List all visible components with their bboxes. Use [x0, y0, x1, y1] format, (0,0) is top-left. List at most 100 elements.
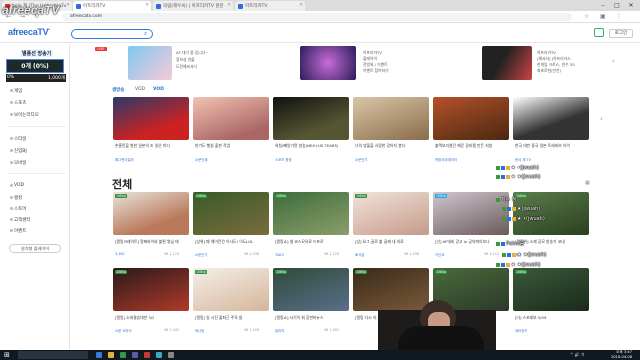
video-thumbnail[interactable]: 1080p — [193, 192, 269, 235]
video-thumbnail[interactable]: 1080p — [273, 268, 349, 311]
sidebar-item-radio[interactable]: 보이는라디오 — [14, 112, 39, 118]
video-title[interactable]: 외칭(빼앗기면 방송(NEX+US TEARS) — [275, 143, 353, 149]
sidebar-item-ranking[interactable]: 랭킹 — [14, 195, 22, 201]
banner-image-3[interactable] — [482, 46, 532, 80]
login-button[interactable]: 로그인 — [609, 29, 633, 38]
video-thumbnail[interactable]: 1080p — [353, 192, 429, 235]
video-thumbnail[interactable] — [193, 97, 269, 140]
video-title[interactable]: [상위] 패 해이킨칸 이사도! 이도LOL — [195, 239, 273, 245]
browser-tab-4[interactable]: 아프리카TV ✕ — [235, 1, 305, 11]
video-author[interactable]: 회식집 — [355, 252, 364, 257]
search-input[interactable] — [71, 29, 153, 39]
afreeca-logo[interactable]: afreecaTV▪ — [8, 27, 50, 37]
video-thumbnail[interactable]: 1080p — [273, 192, 349, 235]
video-title[interactable]: 손흥민을 향한 일본의 조 일은 미디 — [115, 143, 193, 149]
video-author[interactable]: 왜그런이킬라 — [115, 157, 134, 162]
video-title[interactable]: [다] 스포레보 5/09 — [515, 315, 593, 321]
window-close-button[interactable]: ✕ — [624, 0, 638, 11]
video-thumbnail[interactable]: 1080p — [113, 268, 189, 311]
video-title[interactable]: 너의 방울을 사랑한 강아지 봉다 — [355, 143, 433, 149]
sidebar-item-vod[interactable]: VOD — [14, 183, 24, 188]
close-icon[interactable]: ✕ — [299, 3, 303, 8]
browser-tab-3[interactable]: 의림(해우씨) | 아프리카TV 원문 ✕ — [153, 1, 233, 11]
taskbar-clock[interactable]: 오후 3:47 2018-04-08 — [598, 350, 632, 359]
tab-live[interactable]: 생방송 — [112, 87, 124, 93]
video-author[interactable]: 하나된 — [195, 328, 204, 333]
app-icon[interactable] — [156, 352, 162, 358]
video-title[interactable]: [랭킹크레이트] 알짜바이와 불편 왕님 태 — [115, 239, 193, 245]
video-thumbnail[interactable]: 1080p — [113, 192, 189, 235]
video-thumbnail[interactable]: 1080p — [513, 268, 589, 311]
video-thumbnail[interactable] — [513, 97, 589, 140]
star-icon[interactable]: ☆ — [584, 12, 589, 22]
row-next-icon[interactable]: › — [600, 115, 603, 123]
video-author[interactable]: 크로스 — [275, 252, 284, 257]
minimize-button[interactable]: – — [596, 0, 610, 11]
sidebar-item-style[interactable]: 스타일 — [14, 136, 26, 142]
quality-badge: 1080p — [195, 194, 208, 198]
sidebar-item-sports[interactable]: 스포츠 — [14, 100, 26, 106]
video-title[interactable]: [랭킹] 소대결승대만 3/2 — [115, 315, 193, 321]
video-thumbnail[interactable] — [353, 97, 429, 140]
video-author[interactable]: 3,182 — [115, 252, 125, 256]
sidebar-item-mobile[interactable]: 모바일 — [14, 160, 26, 166]
video-thumbnail[interactable] — [433, 97, 509, 140]
menu-icon[interactable]: ⋮ — [616, 12, 622, 22]
system-tray[interactable]: ^ 🔊 가 — [570, 352, 585, 358]
video-author[interactable]: 스포츠 광장 — [275, 157, 292, 162]
sidebar-divider — [8, 173, 66, 174]
video-title[interactable]: [랭킹위] 소재 공모 방송기 코네 — [515, 239, 593, 245]
video-author[interactable]: 소문인기 — [355, 157, 367, 162]
video-title[interactable]: [랭킹쇼] 셀 코스모유료 드프로 — [275, 239, 353, 245]
close-icon[interactable]: ✕ — [66, 3, 70, 8]
windows-start-icon[interactable]: ⊞ — [4, 351, 10, 359]
video-author[interactable]: 소문인기 — [195, 252, 207, 257]
app-icon[interactable] — [144, 352, 150, 358]
banner-image-1[interactable] — [128, 46, 172, 80]
extension-icon[interactable]: ▣ — [600, 12, 606, 22]
taskbar-search[interactable] — [18, 351, 88, 359]
tab-vod-2[interactable]: VOD — [153, 87, 164, 92]
edge-icon[interactable] — [96, 352, 102, 358]
video-thumbnail[interactable] — [113, 97, 189, 140]
video-title[interactable]: 한국 대만 중국 일본 트레버보 아이 — [515, 143, 593, 149]
video-author[interactable]: 세라컨드 — [515, 328, 527, 333]
folder-icon[interactable] — [108, 352, 114, 358]
video-author[interactable]: 소문 오라이 — [115, 328, 132, 333]
banner-image-2[interactable] — [300, 46, 356, 80]
video-title[interactable]: [랭킹쇼] 사기이 회 장판바뉴스 — [275, 315, 353, 321]
video-title[interactable]: 불맥보리쳤던 매운 갈비찜 만든 처방 — [435, 143, 513, 149]
sidebar-item-game[interactable]: 게임 — [14, 88, 22, 94]
app-icon[interactable] — [168, 352, 174, 358]
maximize-button[interactable]: □ — [610, 0, 624, 11]
banner-next-icon[interactable]: › — [612, 57, 615, 65]
video-title[interactable]: [랭킹 다시 라지! 골 점!] — [355, 315, 377, 321]
video-thumbnail[interactable]: 1080p — [513, 192, 589, 235]
close-icon[interactable]: ✕ — [145, 3, 149, 8]
tab-vod[interactable]: VOD — [135, 87, 145, 92]
sidebar-item-support[interactable]: 고객센터 — [14, 217, 31, 223]
grid-view-icon[interactable]: ▦ — [585, 180, 590, 186]
browser-tab-2[interactable]: 아프리카TV ✕ — [73, 1, 151, 11]
search-icon[interactable]: ⌕ — [144, 30, 147, 38]
sidebar-item-store[interactable]: 스토어 — [14, 206, 26, 212]
video-thumbnail[interactable]: 1080p — [353, 268, 429, 311]
install-player-button[interactable]: 설치형 플레이어 — [9, 244, 61, 253]
url-field[interactable]: afreecatv.com — [62, 13, 572, 21]
chrome-icon[interactable] — [120, 352, 126, 358]
video-title[interactable]: [상] 요그 골로 불 골재 내 의료 — [355, 239, 433, 245]
sidebar-item-newbj[interactable]: 신입BJ — [14, 148, 27, 154]
sidebar-item-event[interactable]: 이벤트 — [14, 228, 26, 234]
video-author[interactable]: 한국 재 TV — [515, 157, 531, 162]
video-title[interactable]: [랭킹] 일 시진 출퇴근 주옥 들 — [195, 315, 273, 321]
video-thumbnail[interactable] — [273, 97, 349, 140]
video-author[interactable]: 기산교 — [435, 252, 444, 257]
video-author[interactable]: 달리치 — [275, 328, 284, 333]
video-title[interactable]: 한기도 햄실 출판 작업 — [195, 143, 273, 149]
video-author[interactable]: 소문인쇄 — [195, 157, 207, 162]
video-thumbnail[interactable]: 1080p — [193, 268, 269, 311]
broadcast-icon[interactable] — [594, 28, 604, 37]
app-icon[interactable] — [132, 352, 138, 358]
video-author[interactable]: 먹방크리에이터 — [435, 157, 457, 162]
close-icon[interactable]: ✕ — [227, 3, 231, 8]
